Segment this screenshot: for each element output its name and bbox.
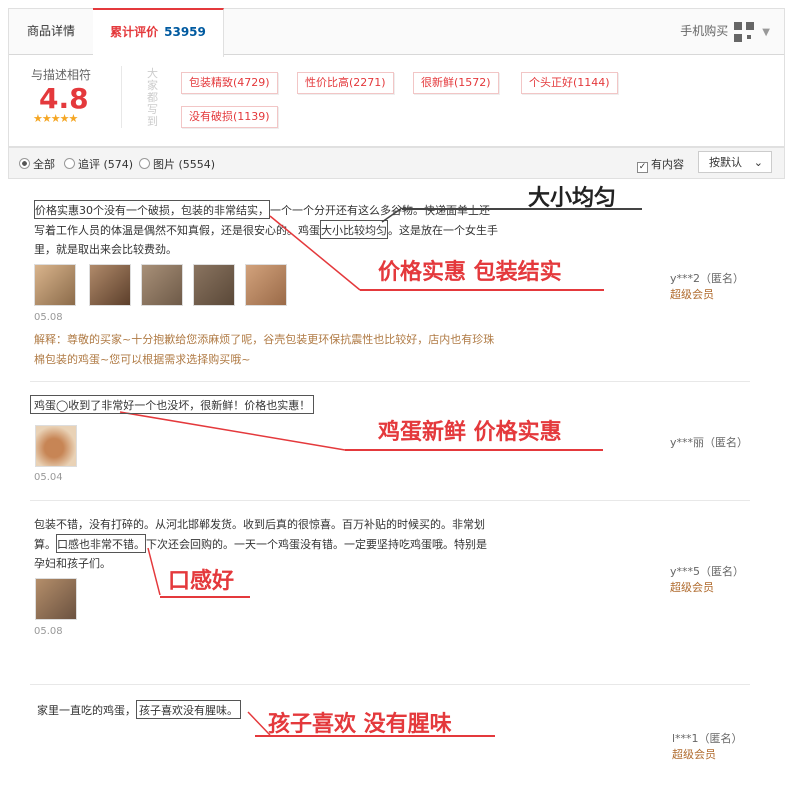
callout-kids-no-smell: 孩子喜欢 没有腥味 <box>268 712 452 737</box>
callout-line <box>160 596 250 598</box>
highlight-taste: 口感也非常不错。 <box>56 534 146 553</box>
callout-connector <box>381 207 403 223</box>
member-badge: 超级会员 <box>670 288 714 301</box>
review-image[interactable] <box>141 264 183 306</box>
review-text-part: 家里一直吃的鸡蛋， <box>37 704 136 717</box>
review-image[interactable] <box>34 264 76 306</box>
review-text-part: 算。 <box>34 538 56 551</box>
divider <box>30 500 750 501</box>
callout-connector <box>247 711 271 736</box>
callout-line <box>360 289 604 291</box>
divider <box>30 381 750 382</box>
review-text-part: 孕妇和孩子们。 <box>34 557 111 570</box>
review-date: 05.08 <box>34 626 63 637</box>
reviewer-name: l***1（匿名） <box>672 732 743 745</box>
callout-line <box>345 449 603 451</box>
callout-fresh-price: 鸡蛋新鲜 价格实惠 <box>378 420 562 445</box>
review-image[interactable] <box>35 578 77 620</box>
member-badge: 超级会员 <box>670 581 714 594</box>
review-date: 05.08 <box>34 312 63 323</box>
review-image[interactable] <box>89 264 131 306</box>
highlight-kids-no-smell: 孩子喜欢没有腥味。 <box>136 700 241 719</box>
reviewer-name: y***丽（匿名） <box>670 436 749 449</box>
member-badge: 超级会员 <box>672 748 716 761</box>
review-text-part: 包装不错，没有打碎的。从河北邯郸发货。收到后真的很惊喜。百万补贴的时候买的。非常… <box>34 518 485 531</box>
reviewer-name: y***2（匿名） <box>670 272 745 285</box>
review-text: 包装不错，没有打碎的。从河北邯郸发货。收到后真的很惊喜。百万补贴的时候买的。非常… <box>34 515 504 573</box>
review-image[interactable] <box>245 264 287 306</box>
divider <box>30 684 750 685</box>
highlight-fresh-price: 鸡蛋◯收到了非常好一个也没坏，很新鲜！价格也实惠！ <box>30 395 315 414</box>
review-image[interactable] <box>193 264 235 306</box>
callout-taste: 口感好 <box>168 569 235 594</box>
review-text: 鸡蛋◯收到了非常好一个也没坏，很新鲜！价格也实惠！ <box>30 395 315 415</box>
review-date: 05.04 <box>34 472 63 483</box>
review-text-part: 下次还会回购的。一天一个鸡蛋没有错。一定要坚持吃鸡蛋哦。特别是 <box>146 538 487 551</box>
callout-line <box>255 735 495 737</box>
review-image[interactable] <box>35 425 77 467</box>
reviewer-name: y***5（匿名） <box>670 565 745 578</box>
callout-connector <box>119 411 346 451</box>
seller-reply: 解释：尊敬的买家~十分抱歉给您添麻烦了呢，谷壳包装更环保抗震性也比较好，店内也有… <box>34 333 495 366</box>
review-text: 家里一直吃的鸡蛋， 孩子喜欢没有腥味。 <box>37 700 241 720</box>
callout-price-packaging: 价格实惠 包装结实 <box>378 260 562 285</box>
